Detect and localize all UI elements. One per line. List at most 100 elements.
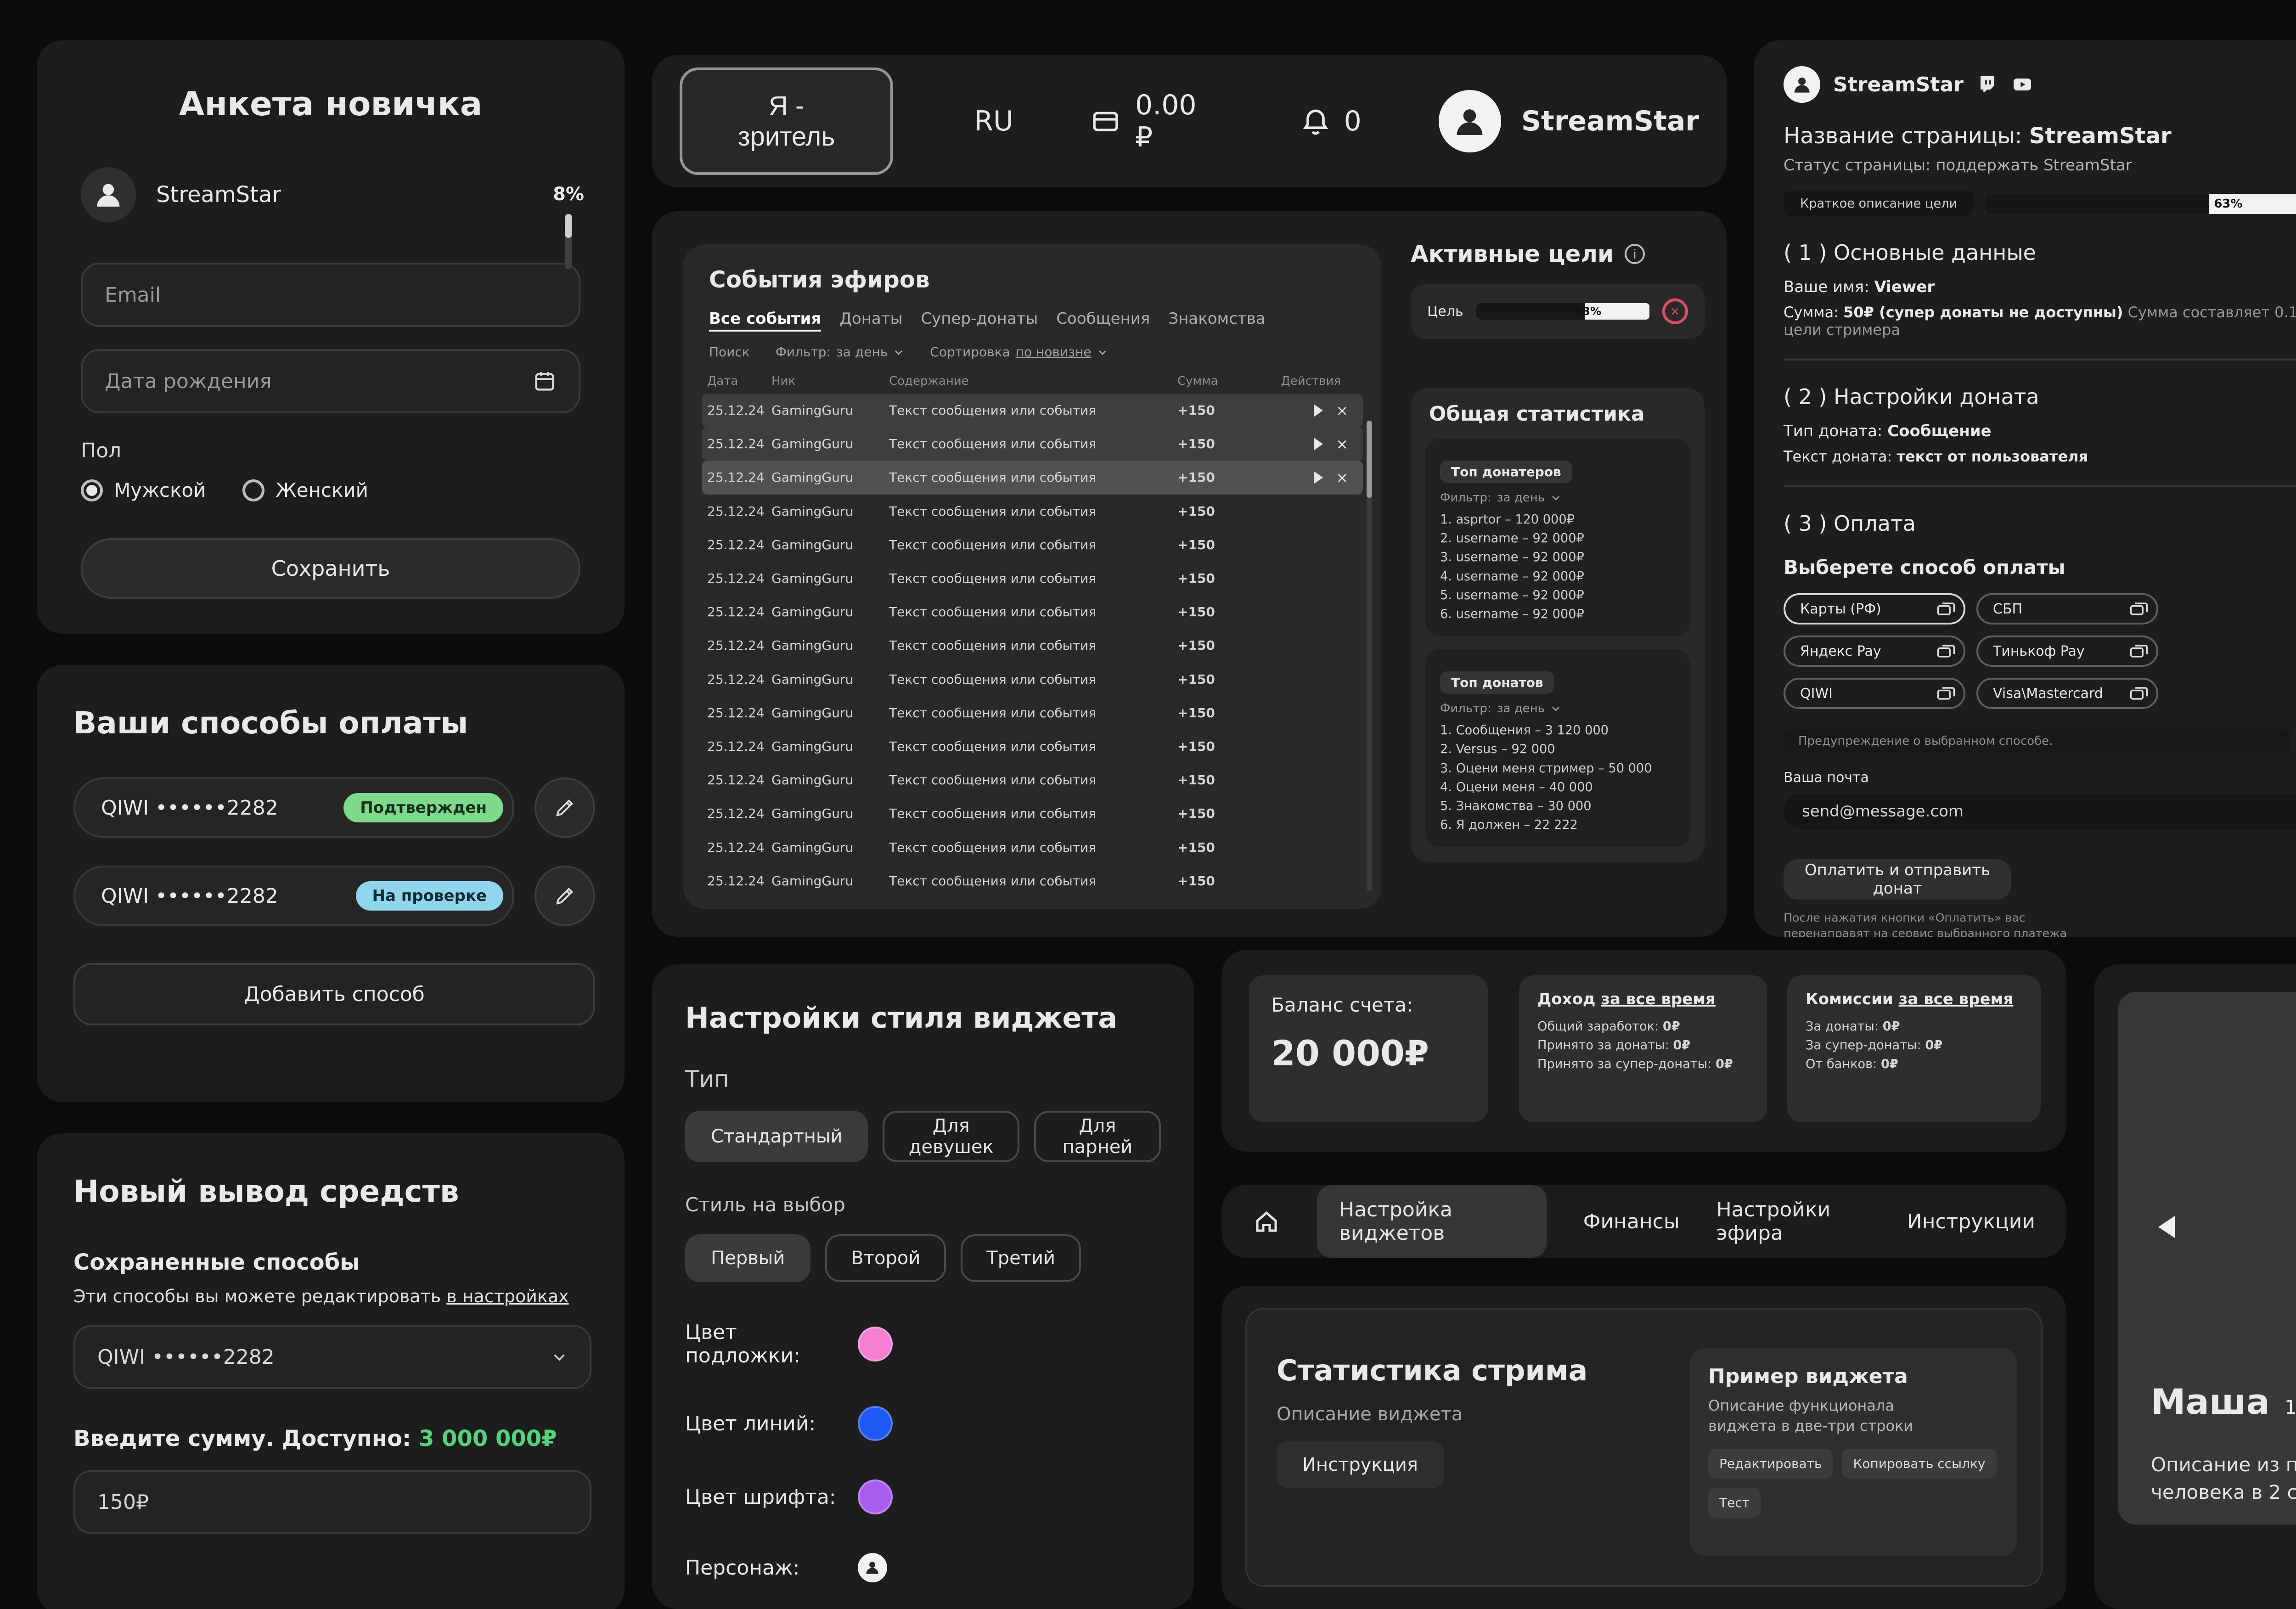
- birthdate-field[interactable]: [81, 349, 580, 413]
- language-switcher[interactable]: RU: [974, 105, 1013, 137]
- birthdate-input[interactable]: [105, 370, 533, 393]
- slider-thumb[interactable]: [565, 214, 572, 238]
- events-tab[interactable]: Донаты: [839, 309, 902, 332]
- edit-button[interactable]: Редактировать: [1708, 1449, 1833, 1479]
- table-row[interactable]: 25.12.24 GamingGuru Текст сообщения или …: [702, 763, 1363, 797]
- payment-option[interactable]: Карты (РФ): [1784, 593, 1965, 624]
- cell-amount: +150: [1177, 537, 1258, 552]
- table-row[interactable]: 25.12.24 GamingGuru Текст сообщения или …: [702, 528, 1363, 562]
- payment-option[interactable]: Тинькоф Pay: [1976, 636, 2158, 667]
- payment-option[interactable]: Visa\Mastercard: [1976, 678, 2158, 709]
- character-avatar[interactable]: [858, 1553, 887, 1582]
- email-input[interactable]: [105, 283, 557, 307]
- test-button[interactable]: Тест: [1708, 1488, 1761, 1518]
- table-row[interactable]: 25.12.24 GamingGuru Текст сообщения или …: [702, 797, 1363, 830]
- type-option-button[interactable]: Для парней: [1034, 1111, 1161, 1162]
- table-row[interactable]: 25.12.24 GamingGuru Текст сообщения или …: [702, 696, 1363, 730]
- filter-dropdown[interactable]: Фильтр: за день: [776, 344, 905, 360]
- email-input[interactable]: [1802, 802, 2296, 821]
- nav-item[interactable]: Финансы: [1583, 1197, 1680, 1246]
- color-swatch[interactable]: [858, 1406, 893, 1441]
- table-row[interactable]: 25.12.24 GamingGuru Текст сообщения или …: [702, 495, 1363, 528]
- section-payment[interactable]: ( 3 ) Оплата: [1784, 511, 2296, 536]
- person-icon: [864, 1559, 881, 1576]
- type-option-button[interactable]: Для девушек: [883, 1111, 1019, 1162]
- color-swatch[interactable]: [858, 1327, 893, 1361]
- email-field[interactable]: [81, 263, 580, 327]
- progress-slider[interactable]: [565, 214, 572, 269]
- play-icon[interactable]: [1314, 404, 1323, 417]
- home-button[interactable]: [1253, 1208, 1280, 1235]
- amount-input[interactable]: [97, 1491, 568, 1514]
- radio-checked[interactable]: [81, 479, 103, 501]
- twitch-icon[interactable]: [1976, 73, 1998, 96]
- type-label: Тип доната:: [1784, 422, 1882, 440]
- nav-item[interactable]: Настройка виджетов: [1317, 1185, 1547, 1258]
- gender-female-radio[interactable]: Женский: [242, 479, 368, 501]
- table-row[interactable]: 25.12.24 GamingGuru Текст сообщения или …: [702, 663, 1363, 696]
- payment-option[interactable]: QIWI: [1784, 678, 1965, 709]
- events-tab[interactable]: Супер-донаты: [921, 309, 1038, 332]
- edit-method-button[interactable]: [535, 777, 595, 838]
- type-option-button[interactable]: Стандартный: [685, 1111, 868, 1162]
- pay-button[interactable]: Оплатить и отправить донат: [1784, 859, 2011, 900]
- table-row[interactable]: 25.12.24 GamingGuru Текст сообщения или …: [702, 864, 1363, 898]
- style-option-button[interactable]: Второй: [825, 1234, 946, 1282]
- table-row[interactable]: 25.12.24 GamingGuru Текст сообщения или …: [702, 595, 1363, 629]
- payment-option[interactable]: СБП: [1976, 593, 2158, 624]
- table-row[interactable]: 25.12.24 GamingGuru Текст сообщения или …: [702, 394, 1363, 427]
- notifications[interactable]: 0: [1300, 105, 1362, 137]
- settings-link[interactable]: в настройках: [446, 1286, 568, 1306]
- balance-indicator[interactable]: 0.00 ₽: [1091, 89, 1219, 153]
- table-row[interactable]: 25.12.24 GamingGuru Текст сообщения или …: [702, 562, 1363, 595]
- payment-option[interactable]: Яндекс Pay: [1784, 636, 1965, 667]
- payment-method[interactable]: QIWI ••••••2282 Подтвержден: [73, 777, 514, 838]
- nav-item[interactable]: Настройки эфира: [1716, 1185, 1870, 1258]
- events-tab[interactable]: Сообщения: [1056, 309, 1150, 332]
- profile-menu[interactable]: StreamStar: [1439, 90, 1699, 152]
- style-option-button[interactable]: Третий: [961, 1234, 1081, 1282]
- color-swatch[interactable]: [858, 1480, 893, 1514]
- filter-dropdown[interactable]: Фильтр: за день: [1440, 702, 1675, 715]
- amount-field[interactable]: [73, 1470, 591, 1534]
- email-field[interactable]: [1784, 793, 2296, 830]
- search-input[interactable]: Поиск: [709, 344, 750, 360]
- radio-unchecked[interactable]: [242, 479, 264, 501]
- close-icon[interactable]: ×: [1336, 437, 1348, 451]
- close-icon[interactable]: ×: [1336, 403, 1348, 418]
- filter-dropdown[interactable]: Фильтр: за день: [1440, 491, 1675, 505]
- style-option-button[interactable]: Первый: [685, 1234, 810, 1282]
- save-button[interactable]: Сохранить: [81, 538, 580, 599]
- section-basic-data[interactable]: ( 1 ) Основные данные: [1784, 240, 2296, 265]
- events-tab[interactable]: Знакомства: [1168, 309, 1265, 332]
- viewer-mode-button[interactable]: Я - зритель: [680, 68, 893, 175]
- scrollbar[interactable]: [1367, 421, 1372, 891]
- play-icon[interactable]: [1314, 438, 1323, 450]
- play-icon[interactable]: [1314, 471, 1323, 484]
- payment-method[interactable]: QIWI ••••••2282 На проверке: [73, 866, 514, 926]
- table-row[interactable]: 25.12.24 GamingGuru Текст сообщения или …: [702, 461, 1363, 494]
- color-label: Цвет подложки:: [685, 1321, 843, 1367]
- delete-goal-button[interactable]: ×: [1662, 298, 1688, 324]
- section-donation-settings[interactable]: ( 2 ) Настройки доната: [1784, 384, 2296, 409]
- close-icon[interactable]: ×: [1336, 470, 1348, 485]
- nav-item[interactable]: Инструкции: [1907, 1197, 2035, 1246]
- events-tab[interactable]: Все события: [709, 309, 821, 332]
- table-row[interactable]: 25.12.24 GamingGuru Текст сообщения или …: [702, 427, 1363, 461]
- table-row[interactable]: 25.12.24 GamingGuru Текст сообщения или …: [702, 629, 1363, 662]
- sort-dropdown[interactable]: Сортировка по новизне: [930, 344, 1108, 360]
- info-icon[interactable]: i: [1625, 244, 1645, 264]
- income-period-link[interactable]: за все время: [1601, 990, 1716, 1008]
- table-row[interactable]: 25.12.24 GamingGuru Текст сообщения или …: [702, 730, 1363, 763]
- method-select[interactable]: QIWI ••••••2282: [73, 1325, 591, 1389]
- add-method-button[interactable]: Добавить способ: [73, 963, 595, 1025]
- prev-photo-button[interactable]: [2158, 1216, 2175, 1238]
- gender-male-radio[interactable]: Мужской: [81, 479, 206, 501]
- table-row[interactable]: 25.12.24 GamingGuru Текст сообщения или …: [702, 830, 1363, 864]
- fees-period-link[interactable]: за все время: [1899, 990, 2014, 1008]
- scrollbar-thumb[interactable]: [1367, 421, 1372, 498]
- edit-method-button[interactable]: [535, 866, 595, 926]
- copy-link-button[interactable]: Копировать ссылку: [1842, 1449, 1996, 1479]
- instruction-button[interactable]: Инструкция: [1277, 1441, 1444, 1488]
- youtube-icon[interactable]: [2011, 73, 2033, 96]
